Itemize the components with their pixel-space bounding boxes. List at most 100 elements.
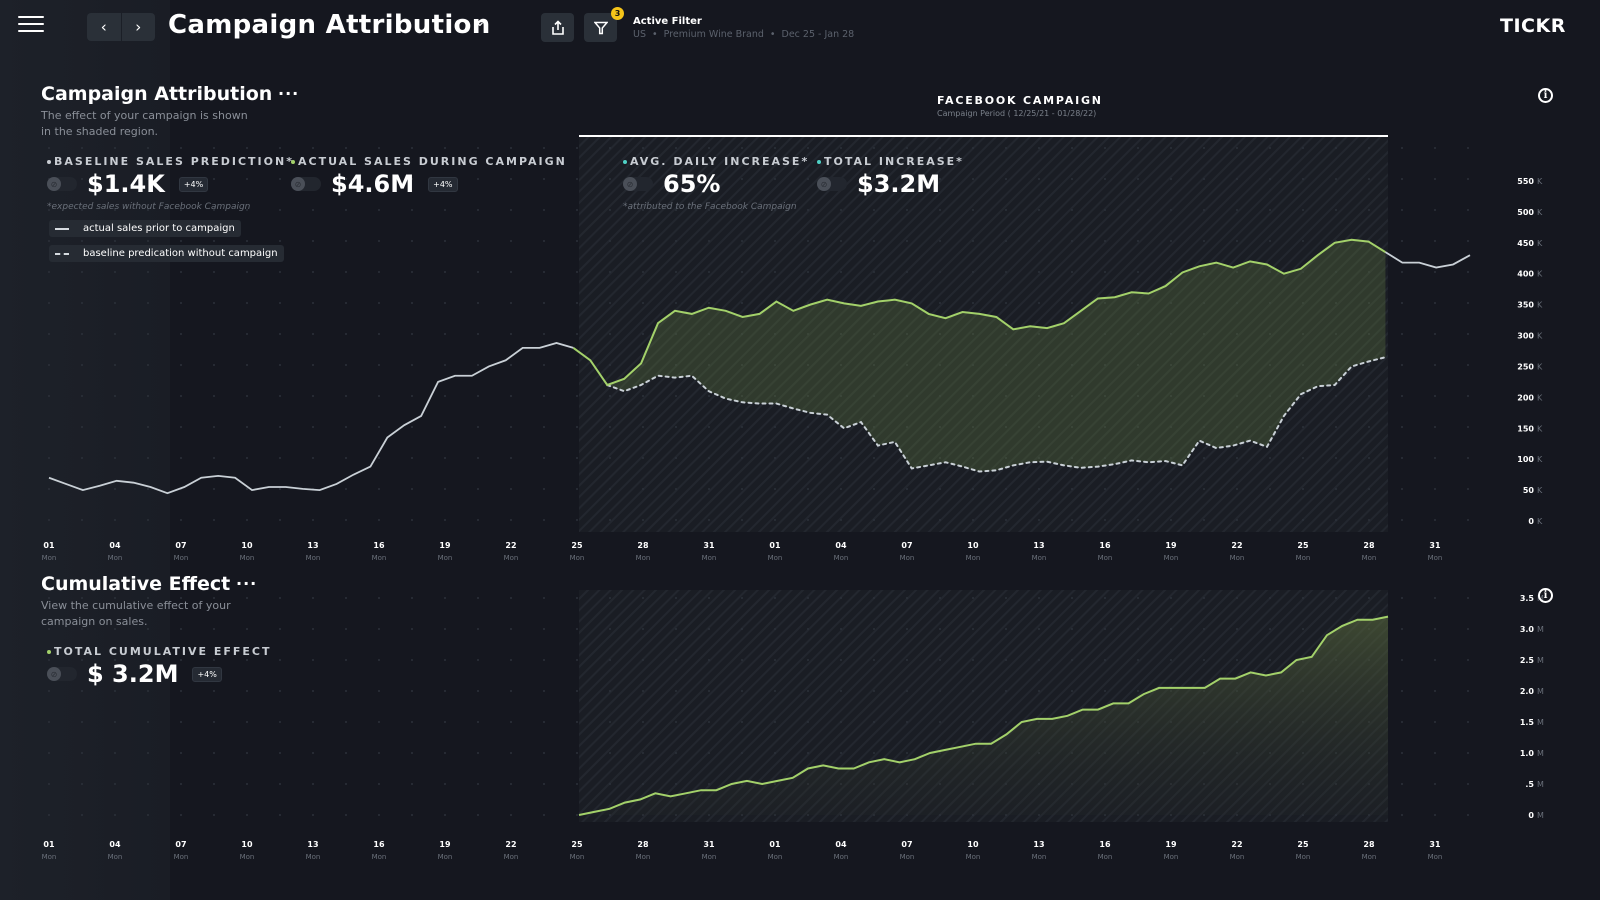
grid-dot (1137, 147, 1139, 149)
grid-dot (807, 752, 809, 754)
x-tick-sublabel: Mon (174, 853, 189, 861)
grid-dot (1401, 178, 1403, 180)
x-tick-label: 25 (1297, 840, 1309, 849)
info-icon[interactable]: i (1538, 588, 1553, 603)
grid-dot (1401, 426, 1403, 428)
grid-dot (774, 752, 776, 754)
filter-brand: Premium Wine Brand (663, 29, 764, 40)
x-tick-label: 25 (571, 541, 583, 550)
grid-dot (114, 690, 116, 692)
grid-dot (246, 752, 248, 754)
grid-dot (675, 659, 677, 661)
filter-button[interactable]: 3 (584, 7, 624, 42)
visibility-toggle[interactable]: ⊘ (623, 177, 653, 191)
grid-dot (312, 752, 314, 754)
grid-dot (1236, 488, 1238, 490)
legend-baseline-prediction[interactable]: baseline predication without campaign (49, 245, 284, 262)
grid-dot (972, 690, 974, 692)
grid-dot (708, 752, 710, 754)
grid-dot (279, 783, 281, 785)
grid-dot (213, 814, 215, 816)
grid-dot (576, 240, 578, 242)
kpi-baseline-sales: BASELINE SALES PREDICTION* ⊘ $1.4K +4% *… (47, 155, 294, 212)
y-tick-label: 1.0 (1520, 749, 1535, 758)
grid-dot (1038, 488, 1040, 490)
x-tick-label: 07 (901, 541, 912, 550)
visibility-toggle[interactable]: ⊘ (817, 177, 847, 191)
back-button[interactable]: ‹ (87, 13, 122, 41)
grid-dot (576, 364, 578, 366)
grid-dot (378, 240, 380, 242)
grid-dot (1434, 178, 1436, 180)
grid-dot (1401, 395, 1403, 397)
grid-dot (741, 721, 743, 723)
hamburger-menu-button[interactable] (18, 16, 44, 36)
grid-dot (939, 721, 941, 723)
x-tick-label: 22 (1231, 840, 1242, 849)
grid-dot (213, 721, 215, 723)
x-tick-label: 13 (1033, 541, 1044, 550)
grid-dot (774, 426, 776, 428)
y-tick-label: 500 (1517, 208, 1534, 217)
x-tick-label: 28 (1363, 840, 1375, 849)
title-dropdown-button[interactable]: ⌄ (474, 14, 486, 30)
grid-dot (510, 271, 512, 273)
grid-dot (81, 721, 83, 723)
share-button[interactable] (541, 13, 574, 42)
x-tick-label: 07 (901, 840, 912, 849)
grid-dot (741, 752, 743, 754)
x-tick-sublabel: Mon (1032, 554, 1047, 562)
grid-dot (840, 240, 842, 242)
grid-dot (675, 240, 677, 242)
grid-dot (48, 752, 50, 754)
grid-dot (510, 364, 512, 366)
grid-dot (906, 519, 908, 521)
grid-dot (1104, 488, 1106, 490)
grid-dot (1071, 147, 1073, 149)
grid-dot (213, 519, 215, 521)
grid-dot (345, 426, 347, 428)
legend-actual-sales[interactable]: actual sales prior to campaign (49, 220, 241, 237)
grid-dot (642, 690, 644, 692)
grid-dot (510, 240, 512, 242)
x-tick-label: 19 (1165, 840, 1177, 849)
grid-dot (840, 209, 842, 211)
grid-dot (1467, 178, 1469, 180)
x-tick-sublabel: Mon (702, 554, 717, 562)
grid-dot (1170, 271, 1172, 273)
visibility-toggle[interactable]: ⊘ (291, 177, 321, 191)
grid-dot (1434, 240, 1436, 242)
cumulative-more-button[interactable]: ··· (236, 574, 257, 593)
grid-dot (1038, 240, 1040, 242)
attribution-more-button[interactable]: ··· (278, 84, 299, 103)
y-tick-label: 2.0 (1520, 687, 1535, 696)
x-tick-sublabel: Mon (504, 853, 519, 861)
grid-dot (1467, 488, 1469, 490)
grid-dot (609, 302, 611, 304)
grid-dot (345, 147, 347, 149)
grid-dot (807, 690, 809, 692)
x-tick-label: 10 (241, 840, 253, 849)
visibility-toggle[interactable]: ⊘ (47, 177, 77, 191)
kpi-label: AVG. DAILY INCREASE* (623, 155, 809, 168)
grid-dot (675, 426, 677, 428)
grid-dot (411, 271, 413, 273)
y-tick-unit: M (1537, 656, 1544, 665)
grid-dot (1104, 628, 1106, 630)
grid-dot (807, 302, 809, 304)
grid-dot (411, 426, 413, 428)
filter-funnel-icon (593, 21, 608, 34)
grid-dot (807, 240, 809, 242)
x-tick-label: 13 (1033, 840, 1044, 849)
visibility-toggle[interactable]: ⊘ (47, 667, 77, 681)
forward-button[interactable]: › (122, 13, 156, 41)
grid-dot (642, 721, 644, 723)
info-icon[interactable]: i (1538, 88, 1553, 103)
grid-dot (378, 271, 380, 273)
grid-dot (1434, 752, 1436, 754)
grid-dot (114, 302, 116, 304)
filter-count-badge: 3 (611, 7, 624, 20)
grid-dot (411, 721, 413, 723)
grid-dot (378, 690, 380, 692)
x-tick-label: 01 (43, 840, 55, 849)
